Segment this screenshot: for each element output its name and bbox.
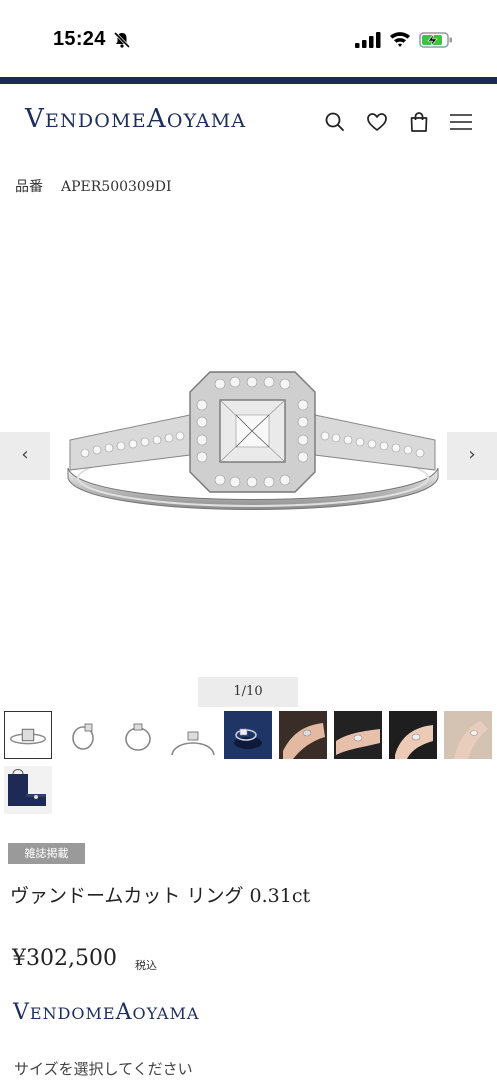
thumbnail-ring-side-angle[interactable] bbox=[59, 711, 107, 759]
chevron-left-icon: ‹ bbox=[21, 444, 29, 465]
heart-icon[interactable] bbox=[365, 110, 389, 134]
logo-letter: V bbox=[13, 1000, 30, 1025]
product-main-image[interactable] bbox=[60, 360, 445, 530]
thumbnail-gift-box-bag[interactable] bbox=[4, 766, 52, 814]
thumbnail-ring-on-hand-2[interactable] bbox=[334, 711, 382, 759]
status-bar: 15:24 bbox=[0, 0, 497, 78]
brand-logo[interactable]: VENDOMEAOYAMA bbox=[25, 104, 246, 134]
thumbnail-ring-side[interactable] bbox=[114, 711, 162, 759]
product-title: ヴァンドームカット リング 0.31ct bbox=[10, 885, 311, 907]
chevron-right-icon: › bbox=[468, 444, 476, 465]
thumbnail-ring-on-dark-blue[interactable] bbox=[224, 711, 272, 759]
sku-value: APER500309DI bbox=[61, 179, 172, 195]
logo-part: OYAMA bbox=[132, 1004, 200, 1023]
tax-included-label: 税込 bbox=[135, 959, 157, 972]
sku-label: 品番 bbox=[15, 179, 43, 195]
shopping-bag-icon[interactable] bbox=[407, 110, 431, 134]
logo-part: OYAMA bbox=[166, 110, 247, 132]
gallery-prev-button[interactable]: ‹ bbox=[0, 432, 50, 480]
logo-letter: A bbox=[115, 1000, 133, 1025]
product-price: ¥302,500 bbox=[12, 946, 117, 971]
logo-part: ENDOME bbox=[44, 110, 147, 132]
thumbnail-ring-on-hand[interactable] bbox=[279, 711, 327, 759]
logo-part: ENDOME bbox=[29, 1004, 116, 1023]
gallery-next-button[interactable]: › bbox=[447, 432, 497, 480]
bell-muted-icon bbox=[113, 31, 131, 49]
size-select-prompt[interactable]: サイズを選択してください bbox=[14, 1058, 193, 1079]
brand-logo-secondary[interactable]: VENDOMEAOYAMA bbox=[13, 1000, 199, 1025]
battery-charging-icon bbox=[419, 32, 452, 48]
signal-icon bbox=[355, 32, 381, 48]
site-header: VENDOMEAOYAMA bbox=[0, 84, 497, 164]
brand-accent-bar bbox=[0, 77, 497, 84]
status-time: 15:24 bbox=[53, 28, 106, 50]
thumbnail-ring-worn-beige[interactable] bbox=[444, 711, 492, 759]
magazine-featured-badge: 雑誌掲載 bbox=[8, 843, 85, 864]
thumbnail-ring-on-finger[interactable] bbox=[389, 711, 437, 759]
thumbnail-ring-front[interactable] bbox=[4, 711, 52, 759]
hamburger-menu-icon[interactable] bbox=[449, 110, 473, 134]
logo-letter: A bbox=[146, 104, 167, 134]
wifi-icon bbox=[390, 32, 410, 47]
logo-letter: V bbox=[25, 104, 45, 134]
thumbnail-ring-profile[interactable] bbox=[169, 711, 217, 759]
product-sku: 品番 APER500309DI bbox=[15, 176, 172, 196]
search-icon[interactable] bbox=[323, 110, 347, 134]
gallery-counter: 1/10 bbox=[198, 677, 298, 707]
